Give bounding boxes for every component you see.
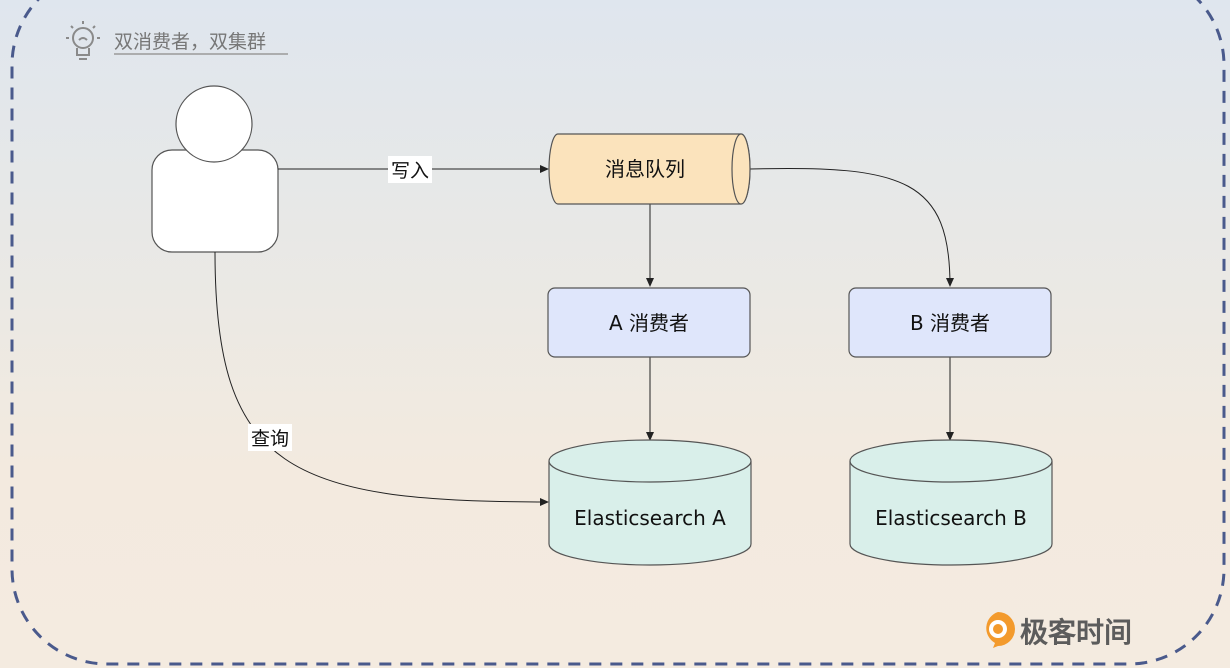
es-b-label: Elasticsearch B xyxy=(875,506,1027,530)
lightbulb-icon xyxy=(66,21,100,60)
diagram-canvas: 双消费者，双集群 写入 查询 消息队列 A 消费者 B 消费者 Elastics… xyxy=(10,0,1226,666)
consumer-b-label: B 消费者 xyxy=(910,311,990,335)
consumer-a-node: A 消费者 xyxy=(547,287,751,358)
queue-label: 消息队列 xyxy=(605,157,685,181)
header-title: 双消费者，双集群 xyxy=(114,31,266,53)
edge-queue-to-consumer-b xyxy=(749,167,954,287)
consumer-a-label: A 消费者 xyxy=(609,311,689,335)
es-a-label: Elasticsearch A xyxy=(574,506,726,530)
es-b-node: Elasticsearch B xyxy=(849,439,1053,566)
user-icon xyxy=(151,85,279,253)
edge-query-label: 查询 xyxy=(251,428,289,450)
brand-text: 极客时间 xyxy=(1020,616,1132,649)
queue-node: 消息队列 xyxy=(548,133,751,205)
edge-query xyxy=(214,251,549,506)
geektime-logo-icon xyxy=(986,612,1015,648)
es-a-node: Elasticsearch A xyxy=(548,439,752,566)
edge-write-label: 写入 xyxy=(391,160,429,182)
consumer-b-node: B 消费者 xyxy=(848,287,1052,358)
